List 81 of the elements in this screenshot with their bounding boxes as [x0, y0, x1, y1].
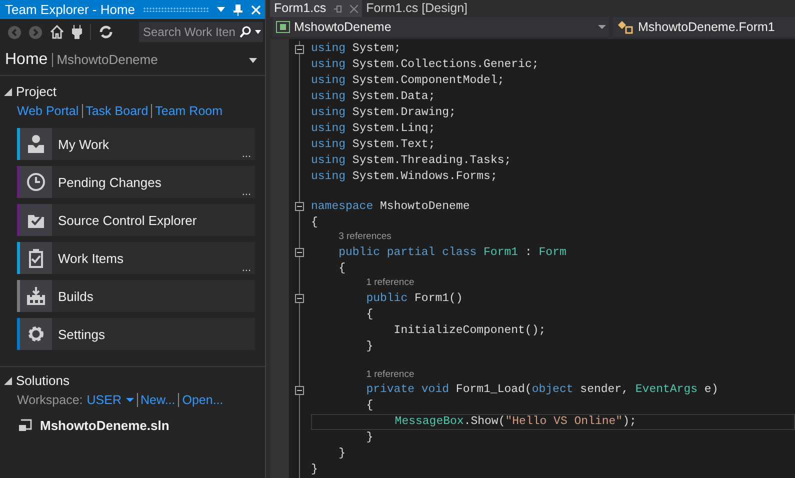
- pin-icon[interactable]: [334, 4, 342, 12]
- code-line: namespace MshowtoDeneme: [311, 198, 470, 215]
- navigation-tile[interactable]: Pending Changes ...: [17, 166, 255, 198]
- home-icon[interactable]: [50, 25, 64, 39]
- collapse-box-icon[interactable]: [295, 386, 304, 394]
- project-name: MshowtoDeneme: [56, 51, 158, 70]
- settings-icon: [26, 324, 46, 344]
- plug-icon[interactable]: [72, 25, 82, 39]
- solution-link[interactable]: New...: [140, 390, 176, 410]
- document-tab[interactable]: Form1.cs [Design]: [362, 0, 472, 17]
- code-line: using System.Drawing;: [311, 105, 456, 122]
- code-line: using System.ComponentModel;: [311, 73, 504, 90]
- more-menu[interactable]: ...: [242, 262, 251, 274]
- code-line: public partial class Form1 : Form: [338, 244, 566, 261]
- code-line: using System.Windows.Forms;: [311, 169, 498, 186]
- project-dropdown[interactable]: MshowtoDeneme: [273, 17, 609, 37]
- tile-label: Settings: [57, 326, 105, 344]
- code-line: public Form1(): [366, 290, 463, 307]
- navigation-tile[interactable]: My Work ...: [17, 128, 255, 160]
- code-line: }: [366, 338, 374, 355]
- navigation-tile[interactable]: Builds: [17, 280, 255, 312]
- dropdown-icon[interactable]: [249, 58, 257, 62]
- code-line: using System.Linq;: [311, 121, 436, 138]
- solution-file-icon: [18, 418, 32, 432]
- csharp-project-icon: [276, 21, 290, 33]
- tile-label: Pending Changes: [57, 174, 162, 192]
- solution-item[interactable]: MshowtoDeneme.sln: [40, 416, 170, 435]
- tile-label: Source Control Explorer: [57, 212, 197, 230]
- code-line: MessageBox.Show("Hello VS Online");: [394, 414, 636, 430]
- code-line: {: [366, 398, 374, 414]
- solution-link[interactable]: Open...: [182, 390, 224, 410]
- project-link[interactable]: Web Portal: [17, 102, 79, 120]
- class-dropdown[interactable]: MshowtoDeneme.Form1: [613, 17, 795, 37]
- code-line: {: [366, 306, 374, 323]
- grip-pattern: [143, 7, 209, 12]
- code-line: InitializeComponent();: [394, 322, 546, 339]
- code-line: using System.Collections.Generic;: [311, 57, 539, 74]
- search-icon[interactable]: [240, 26, 251, 38]
- code-line: using System.Threading.Tasks;: [311, 153, 512, 170]
- code-line: using System;: [311, 41, 401, 58]
- build-icon: [26, 286, 46, 306]
- collapse-box-icon[interactable]: [295, 294, 304, 303]
- collapse-icon[interactable]: [4, 88, 12, 96]
- tile-label: Work Items: [57, 250, 124, 268]
- collapse-box-icon[interactable]: [295, 202, 304, 211]
- more-menu[interactable]: ...: [242, 148, 251, 160]
- code-line: private void Form1_Load(object sender, EventArgs e): [366, 382, 718, 398]
- document-tab[interactable]: Form1.cs: [270, 0, 362, 17]
- navigation-tile[interactable]: Source Control Explorer: [17, 204, 255, 236]
- clipboard-check-icon: [26, 248, 46, 268]
- section-title[interactable]: Project: [16, 82, 56, 102]
- collapse-box-icon[interactable]: [295, 248, 304, 257]
- close-icon[interactable]: [350, 4, 358, 12]
- search-field[interactable]: Search Work Iten: [139, 22, 263, 42]
- code-line: }: [311, 462, 318, 478]
- project-link[interactable]: Task Board: [86, 102, 148, 120]
- tile-label: My Work: [57, 136, 110, 154]
- code-line: using System.Text;: [311, 137, 436, 154]
- person-icon: [26, 134, 46, 154]
- class-icon: [617, 20, 633, 34]
- window-title: Team Explorer - Home: [5, 0, 136, 19]
- clock-icon: [26, 172, 46, 192]
- project-link[interactable]: Team Room: [155, 102, 223, 120]
- code-line: using System.Data;: [311, 89, 436, 106]
- reference-count[interactable]: 1 reference: [366, 276, 414, 291]
- code-line: {: [311, 214, 318, 231]
- collapse-icon[interactable]: [4, 377, 12, 385]
- collapse-box-icon[interactable]: [295, 44, 304, 54]
- more-menu[interactable]: ...: [242, 186, 251, 198]
- section-title[interactable]: Solutions: [16, 371, 70, 391]
- code-line: {: [338, 260, 346, 277]
- reference-count[interactable]: 3 references: [338, 230, 392, 245]
- code-line: }: [366, 430, 374, 446]
- workspace-label: Workspace:: [17, 392, 83, 409]
- code-line: }: [338, 446, 346, 462]
- reference-count[interactable]: 1 reference: [366, 368, 414, 382]
- navigation-tile[interactable]: Work Items ...: [17, 242, 255, 274]
- refresh-icon[interactable]: [99, 25, 113, 39]
- tile-label: Builds: [57, 288, 94, 306]
- navigation-tile[interactable]: Settings: [17, 318, 255, 350]
- page-title: Home: [5, 50, 48, 70]
